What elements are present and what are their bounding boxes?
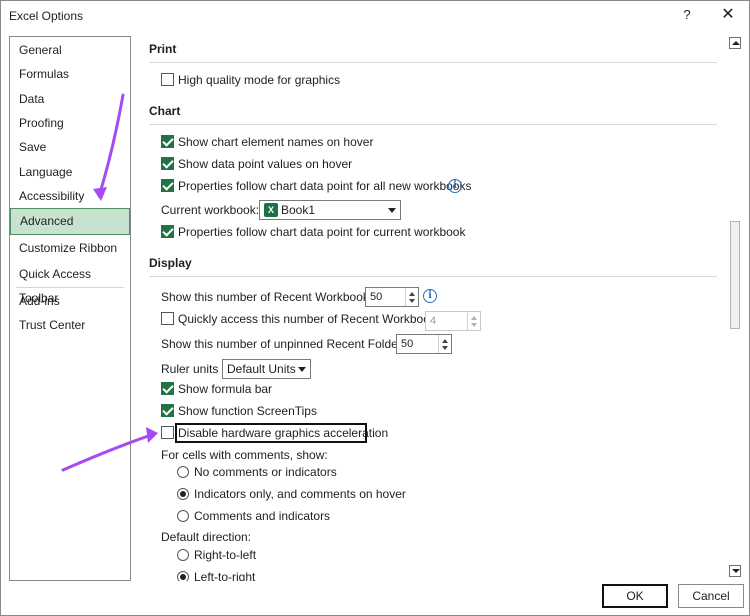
nav-item-general[interactable]: General (10, 38, 130, 62)
indicators-only-radio[interactable] (177, 488, 189, 500)
quick-access-label: Quickly access this number of Recent Wor… (178, 312, 446, 326)
nav-divider (16, 287, 124, 288)
show-values-label: Show data point values on hover (178, 157, 353, 171)
unpinned-folders-stepper[interactable]: 50 (396, 334, 452, 354)
section-divider (149, 62, 717, 63)
options-content: Print High quality mode for graphics Cha… (138, 34, 728, 581)
recent-workbooks-stepper[interactable]: 50 (365, 287, 419, 307)
nav-item-quick-access-toolbar[interactable]: Quick Access Toolbar (10, 262, 130, 305)
show-names-checkbox[interactable] (161, 135, 174, 148)
left-to-right-label: Left-to-right (194, 570, 256, 581)
comments-indicators-label: Comments and indicators (194, 509, 331, 523)
current-workbook-value: Book1 (281, 203, 316, 217)
section-title-display: Display (149, 256, 192, 270)
right-to-left-radio[interactable] (177, 549, 189, 561)
disable-hw-checkbox[interactable] (161, 426, 174, 439)
section-title-print: Print (149, 42, 177, 56)
scroll-up-icon[interactable] (729, 37, 741, 49)
section-title-chart: Chart (149, 104, 181, 118)
show-values-checkbox[interactable] (161, 157, 174, 170)
chevron-down-icon (298, 367, 306, 372)
follow-current-checkbox[interactable] (161, 225, 174, 238)
stepper-arrows (467, 312, 480, 330)
section-divider (149, 124, 717, 125)
ok-button[interactable]: OK (602, 584, 668, 608)
no-comments-label: No comments or indicators (194, 465, 337, 479)
cancel-button[interactable]: Cancel (678, 584, 744, 608)
excel-workbook-icon: X (264, 203, 278, 217)
help-icon[interactable]: ? (677, 5, 697, 25)
formula-bar-label: Show formula bar (178, 382, 273, 396)
high-quality-label: High quality mode for graphics (178, 73, 341, 87)
unpinned-folders-label: Show this number of unpinned Recent Fold… (161, 337, 412, 351)
follow-all-checkbox[interactable] (161, 179, 174, 192)
nav-item-advanced[interactable]: Advanced (10, 208, 130, 235)
nav-item-add-ins[interactable]: Add-ins (10, 289, 130, 313)
info-icon[interactable]: i (423, 289, 437, 303)
recent-workbooks-value: 50 (370, 291, 383, 303)
disable-hw-label: Disable hardware graphics acceleration (178, 426, 389, 440)
excel-options-dialog: Excel Options ? ✕ General Formulas Data … (0, 0, 750, 616)
show-names-label: Show chart element names on hover (178, 135, 374, 149)
follow-all-label: Properties follow chart data point for a… (178, 179, 472, 193)
content-scrollbar[interactable] (728, 36, 742, 581)
follow-current-label: Properties follow chart data point for c… (178, 225, 466, 239)
screen-tips-checkbox[interactable] (161, 404, 174, 417)
high-quality-checkbox[interactable] (161, 73, 174, 86)
ruler-units-value: Default Units (227, 362, 296, 376)
ruler-units-label: Ruler units (161, 362, 219, 376)
stepper-arrows[interactable] (405, 288, 418, 306)
nav-item-proofing[interactable]: Proofing (10, 111, 130, 135)
recent-workbooks-label: Show this number of Recent Workbooks: (161, 290, 379, 304)
ruler-units-dropdown[interactable]: Default Units (222, 359, 311, 379)
options-nav: General Formulas Data Proofing Save Lang… (9, 36, 131, 581)
dialog-title: Excel Options (9, 9, 84, 23)
nav-item-accessibility[interactable]: Accessibility (10, 184, 130, 208)
comments-label: For cells with comments, show: (161, 448, 328, 462)
section-divider (149, 276, 717, 277)
stepper-arrows[interactable] (438, 335, 451, 353)
chevron-down-icon (388, 208, 396, 213)
scrollbar-thumb[interactable] (730, 221, 740, 329)
nav-item-save[interactable]: Save (10, 135, 130, 159)
nav-item-language[interactable]: Language (10, 160, 130, 184)
nav-item-data[interactable]: Data (10, 87, 130, 111)
direction-label: Default direction: (161, 530, 252, 544)
info-icon[interactable]: i (448, 179, 462, 193)
unpinned-folders-value: 50 (401, 338, 414, 350)
scroll-down-icon[interactable] (729, 565, 741, 577)
quick-access-value: 4 (430, 315, 437, 327)
nav-item-formulas[interactable]: Formulas (10, 62, 130, 86)
nav-item-customize-ribbon[interactable]: Customize Ribbon (10, 236, 130, 260)
current-workbook-label: Current workbook: (161, 203, 260, 217)
current-workbook-dropdown[interactable]: X Book1 (259, 200, 401, 220)
left-to-right-radio[interactable] (177, 571, 189, 581)
screen-tips-label: Show function ScreenTips (178, 404, 317, 418)
formula-bar-checkbox[interactable] (161, 382, 174, 395)
quick-access-checkbox[interactable] (161, 312, 174, 325)
right-to-left-label: Right-to-left (194, 548, 257, 562)
indicators-only-label: Indicators only, and comments on hover (194, 487, 406, 501)
no-comments-radio[interactable] (177, 466, 189, 478)
nav-item-trust-center[interactable]: Trust Center (10, 313, 130, 337)
quick-access-stepper: 4 (425, 311, 481, 331)
close-icon[interactable]: ✕ (718, 5, 738, 25)
comments-indicators-radio[interactable] (177, 510, 189, 522)
